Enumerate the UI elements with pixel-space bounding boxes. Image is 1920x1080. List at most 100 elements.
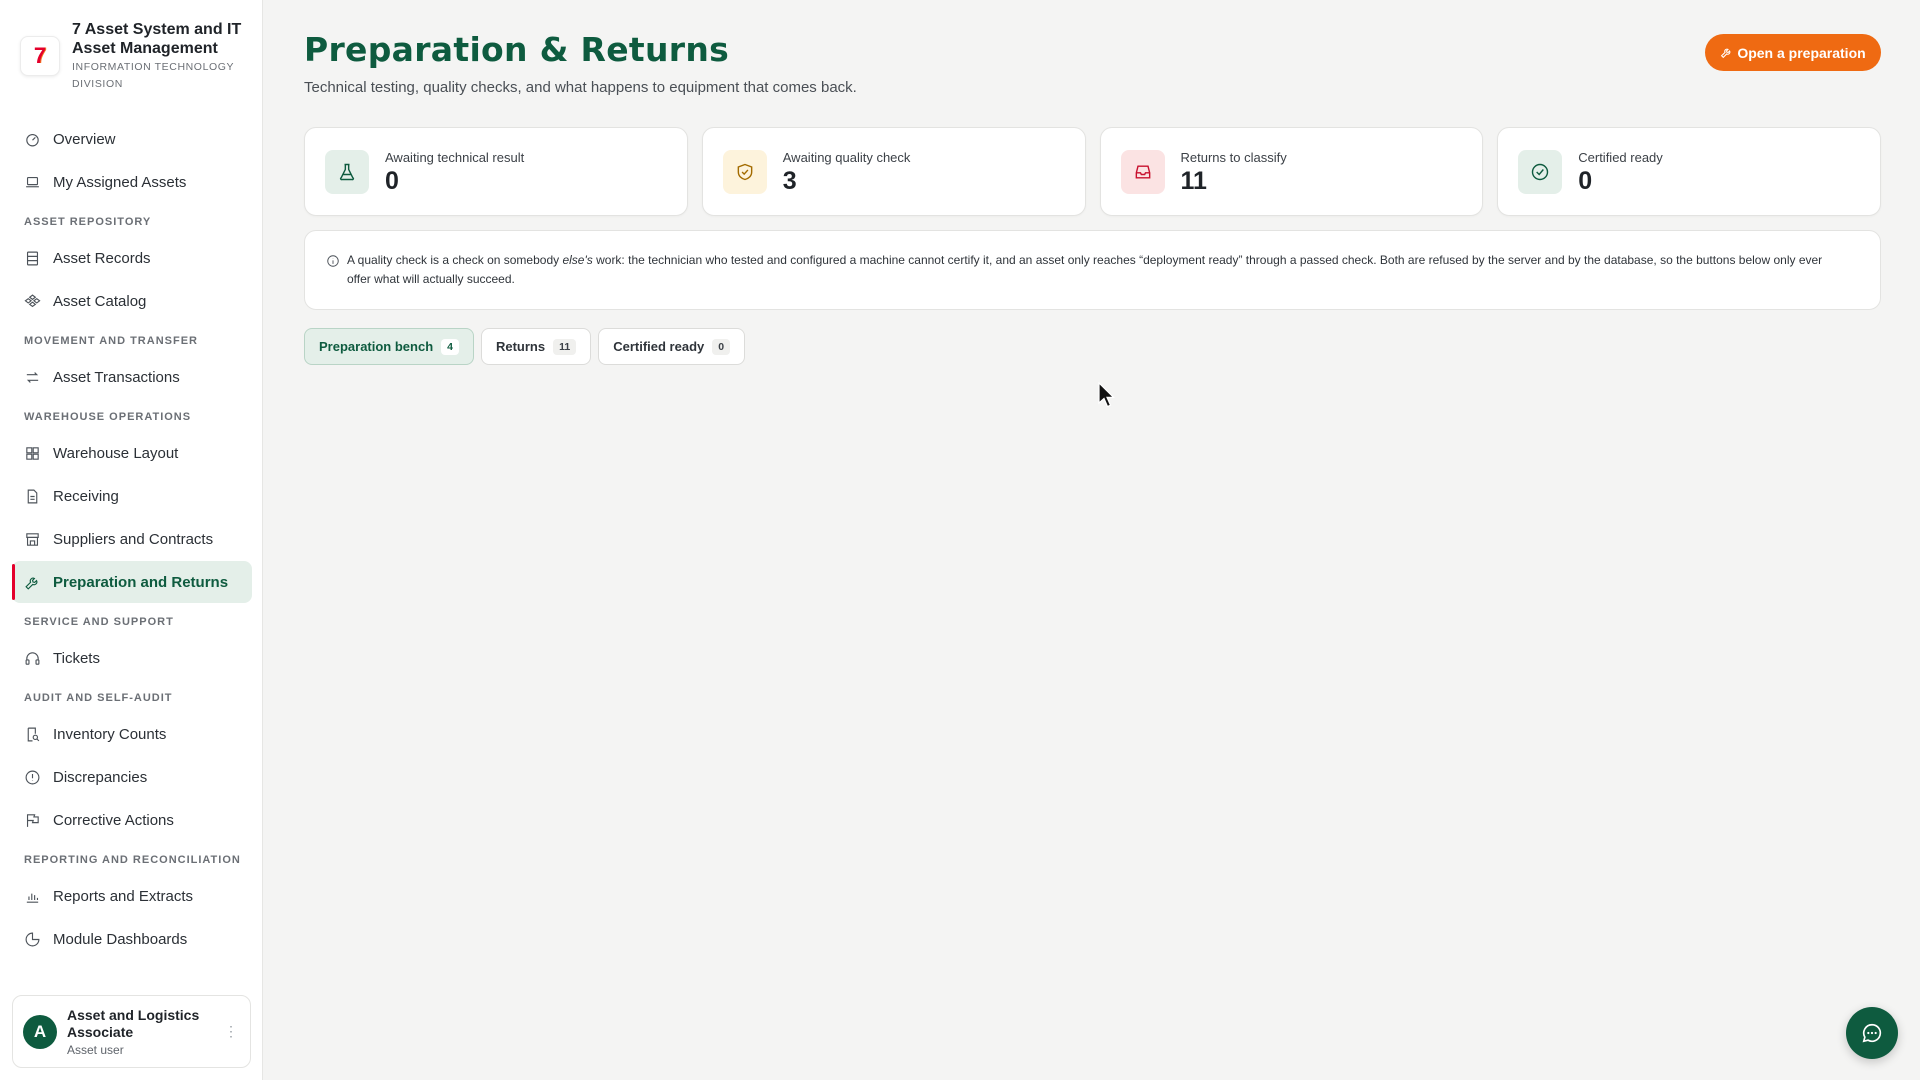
open-preparation-button[interactable]: Open a preparation: [1705, 34, 1881, 71]
stat-text: Awaiting quality check 3: [783, 150, 911, 194]
sidebar-item-label: Warehouse Layout: [53, 444, 179, 462]
sidebar: 7 7 Asset System and IT Asset Management…: [0, 0, 263, 1080]
nav-section-heading: AUDIT AND SELF-AUDIT: [24, 692, 173, 704]
tab-label: Returns: [495, 339, 546, 354]
sidebar-item-label: Reports and Extracts: [53, 887, 194, 905]
quality-check-notice: A quality check is a check on somebody e…: [304, 230, 1881, 310]
sidebar-item-label: Asset Catalog: [53, 292, 147, 310]
stat-text: Awaiting technical result 0: [385, 150, 524, 194]
alert-circle-icon: [24, 769, 41, 786]
sidebar-item-module-dashboards[interactable]: Module Dashboards: [12, 918, 252, 960]
tabs: Preparation bench 4 Returns 11 Certified rea…: [304, 328, 746, 365]
sidebar-item-inventory-counts[interactable]: Inventory Counts: [12, 713, 252, 755]
tab-certified-ready[interactable]: Certified ready 0: [598, 328, 746, 365]
sidebar-item-asset-catalog[interactable]: Asset Catalog: [12, 280, 252, 322]
bar-chart-icon: [24, 888, 41, 905]
sidebar-item-label: Asset Transactions: [53, 368, 180, 386]
check-circle-icon: [1518, 149, 1563, 194]
brand-logo-mark: 7: [33, 43, 47, 68]
open-preparation-label: Open a preparation: [1737, 44, 1866, 61]
tab-label: Preparation bench: [319, 339, 434, 354]
stat-card: Certified ready 0: [1497, 127, 1881, 216]
stat-value: 11: [1180, 166, 1207, 195]
brand-logo: 7: [20, 36, 60, 76]
sidebar-item-label: Discrepancies: [53, 768, 148, 786]
stats-row: Awaiting technical result 0 Awaiting quali…: [304, 127, 1881, 216]
dashboard-icon: [24, 131, 41, 148]
user-card[interactable]: A Asset and Logistics Associate Asset us…: [12, 995, 251, 1068]
sidebar-item-overview[interactable]: Overview: [12, 118, 252, 160]
sidebar-item-label: My Assigned Assets: [53, 173, 187, 191]
sidebar-item-preparation-and-returns[interactable]: Preparation and Returns: [12, 561, 252, 603]
pie-chart-icon: [24, 931, 41, 948]
search-document-icon: [24, 726, 41, 743]
sidebar-item-reports-and-extracts[interactable]: Reports and Extracts: [12, 875, 252, 917]
page-subtitle: Technical testing, quality checks, and w…: [304, 79, 857, 96]
brand[interactable]: 7 7 Asset System and IT Asset Management…: [20, 20, 252, 93]
store-icon: [24, 531, 41, 548]
notice-text-emphasis: else's: [562, 253, 593, 267]
headset-icon: [24, 650, 41, 667]
app-division: INFORMATION TECHNOLOGY DIVISION: [72, 61, 234, 90]
nav-section-heading: MOVEMENT AND TRANSFER: [24, 335, 198, 347]
stat-value: 0: [1578, 166, 1593, 195]
tab-count-badge: 0: [712, 338, 731, 355]
grid-icon: [24, 445, 41, 462]
stat-label: Awaiting quality check: [782, 149, 911, 165]
tab-label: Certified ready: [613, 339, 705, 354]
info-icon: [326, 254, 340, 268]
notice-text-prefix: A quality check is a check on somebody: [347, 253, 563, 267]
brand-text: 7 Asset System and IT Asset Management I…: [72, 20, 252, 93]
user-info: Asset and Logistics Associate Asset user: [67, 1007, 217, 1057]
sidebar-item-label: Tickets: [53, 649, 100, 667]
app-title: 7 Asset System and IT Asset Management: [72, 21, 242, 57]
flask-icon: [325, 149, 369, 194]
flag-icon: [24, 812, 41, 829]
transfer-icon: [24, 369, 41, 386]
records-icon: [24, 250, 41, 267]
sidebar-item-suppliers-and-contracts[interactable]: Suppliers and Contracts: [12, 518, 252, 560]
mouse-cursor-icon: [1098, 382, 1115, 408]
sidebar-item-receiving[interactable]: Receiving: [12, 475, 252, 517]
inbox-icon: [1120, 149, 1165, 194]
sidebar-item-label: Inventory Counts: [53, 725, 167, 743]
stat-text: Certified ready 0: [1578, 150, 1663, 194]
more-vertical-icon[interactable]: ⋮: [224, 1024, 238, 1038]
nav-section-heading: REPORTING AND RECONCILIATION: [24, 854, 241, 866]
sidebar-item-asset-records[interactable]: Asset Records: [12, 237, 252, 279]
stat-card: Awaiting quality check 3: [701, 127, 1086, 216]
tab-returns[interactable]: Returns 11: [480, 328, 592, 365]
nav-section-heading: ASSET REPOSITORY: [24, 216, 152, 228]
nav-section-heading: WAREHOUSE OPERATIONS: [24, 411, 192, 423]
catalog-icon: [24, 293, 41, 310]
stat-value: 3: [782, 166, 797, 195]
sidebar-item-asset-transactions[interactable]: Asset Transactions: [12, 356, 252, 398]
sidebar-item-label: Module Dashboards: [53, 930, 188, 948]
avatar: A: [23, 1014, 57, 1049]
page-title: Preparation & Returns: [304, 30, 730, 69]
tab-count-badge: 4: [441, 338, 459, 355]
stat-text: Returns to classify 11: [1181, 150, 1287, 194]
tab-preparation-bench[interactable]: Preparation bench 4: [304, 328, 474, 365]
chat-bubble-icon: [1862, 1023, 1882, 1043]
sidebar-nav: Overview My Assigned Assets ASSET REPOSITO…: [12, 118, 252, 961]
wrench-icon: [1721, 48, 1731, 59]
shield-check-icon: [722, 149, 767, 194]
nav-section-heading: SERVICE AND SUPPORT: [24, 616, 174, 628]
user-role: Asset user: [67, 1042, 124, 1057]
user-name: Asset and Logistics Associate: [67, 1006, 200, 1040]
stat-card: Awaiting technical result 0: [304, 127, 688, 216]
tab-count-badge: 11: [553, 338, 577, 355]
sidebar-item-discrepancies[interactable]: Discrepancies: [12, 756, 252, 798]
sidebar-item-corrective-actions[interactable]: Corrective Actions: [12, 799, 252, 841]
sidebar-item-my-assigned-assets[interactable]: My Assigned Assets: [12, 161, 252, 203]
stat-label: Certified ready: [1578, 149, 1663, 165]
stat-label: Returns to classify: [1180, 149, 1287, 165]
chat-button[interactable]: [1846, 1007, 1898, 1059]
sidebar-item-label: Asset Records: [53, 249, 151, 267]
sidebar-item-warehouse-layout[interactable]: Warehouse Layout: [12, 432, 252, 474]
wrench-icon: [24, 574, 41, 591]
sidebar-item-label: Receiving: [53, 487, 119, 505]
sidebar-item-tickets[interactable]: Tickets: [12, 637, 252, 679]
sidebar-item-label: Preparation and Returns: [53, 573, 229, 591]
